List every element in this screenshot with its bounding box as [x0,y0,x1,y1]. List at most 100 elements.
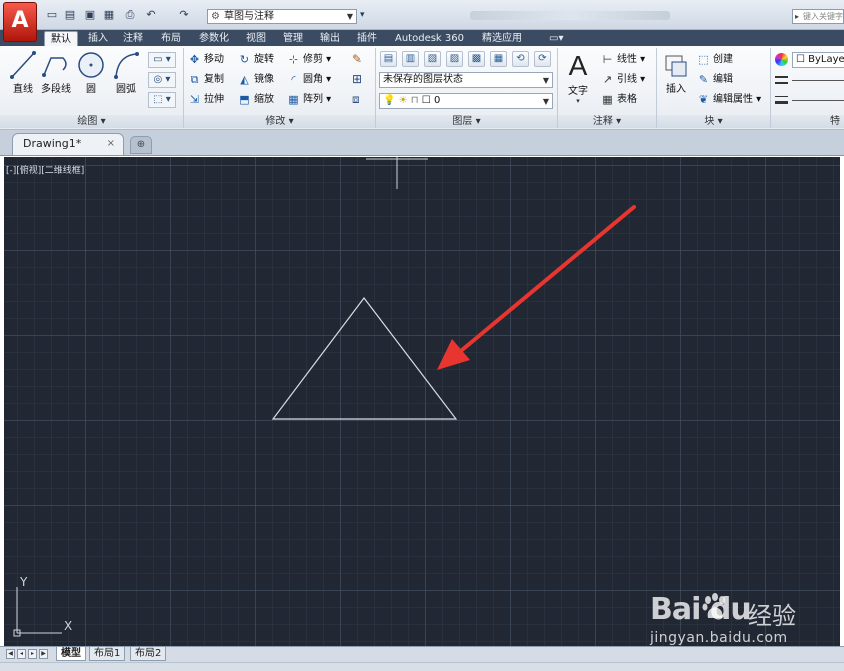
open-icon[interactable]: ▤ [64,9,76,21]
gear-icon: ⚙ [211,11,220,22]
last-layout-icon[interactable]: ▶ [39,649,48,659]
ucs-x-label: X [64,619,73,633]
tab-model[interactable]: 模型 [56,647,86,661]
first-layout-icon[interactable]: ◀ [6,649,15,659]
circle-icon [78,52,104,78]
drawing-canvas[interactable]: Y X [4,157,840,646]
layer-state-label: 未保存的图层状态 [383,74,463,85]
document-tab-drawing1[interactable]: Drawing1* × [12,133,124,155]
draw-panel-title[interactable]: 绘图 ▾ [0,115,183,128]
prev-layout-icon[interactable]: ◂ [17,649,26,659]
erase-icon[interactable]: ✎ [352,52,362,66]
insert-label: 插入 [666,84,686,95]
tab-layout[interactable]: 布局 [155,31,187,46]
tab-manage[interactable]: 管理 [277,31,309,46]
layers-panel-title[interactable]: 图层 ▾ [376,115,557,128]
new-icon[interactable]: ▭ [46,9,58,21]
lineweight-preview[interactable] [792,100,844,101]
polyline-tool[interactable]: 多段线 [39,50,73,95]
rotate-tool[interactable]: ↻ 旋转 [238,52,274,68]
hatch-icon: ⬚ ▾ [153,94,171,105]
qa-customize-icon[interactable]: ▾ [360,10,365,20]
layer-walk-icon[interactable]: ⟳ [534,51,551,67]
array-label: 阵列 [303,94,323,105]
next-layout-icon[interactable]: ▸ [28,649,37,659]
chevron-down-icon: ▼ [542,76,549,85]
layer-off-icon[interactable]: ▧ [424,51,441,67]
layer-state-dropdown[interactable]: 未保存的图层状态 ▼ [379,72,553,88]
tab-insert[interactable]: 插入 [82,31,114,46]
viewport-controls[interactable]: [-][俯视][二维线框] [6,163,84,176]
create-block-tool[interactable]: ⬚ 创建 [697,52,733,68]
color-swatch-icon: ☐ [796,54,805,65]
tab-layout2[interactable]: 布局2 [130,647,167,661]
linear-dimension-tool[interactable]: ⊢ 线性 ▾ [601,52,646,68]
chevron-down-icon: ▾ [576,97,580,105]
save-icon[interactable]: ▣ [84,9,96,21]
redo-icon[interactable]: ↷ [178,9,190,21]
explode-icon[interactable]: ⊞ [352,72,362,86]
triangle-shape[interactable] [271,297,458,420]
ucs-y-label: Y [20,575,28,589]
new-drawing-tab[interactable]: ⊕ [130,136,152,154]
table-tool[interactable]: ▦ 表格 [601,92,637,108]
tab-annotate[interactable]: 注释 [117,31,149,46]
search-input[interactable]: ▸ 键入关键字 [792,9,844,24]
annotation-panel-title[interactable]: 注释 ▾ [558,115,656,128]
bulb-icon: 💡 [383,95,396,106]
layer-state-icon[interactable]: ▥ [402,51,419,67]
dimension-icon: ⊢ [602,52,613,66]
layer-properties-icon[interactable]: ▤ [380,51,397,67]
stretch-tool[interactable]: ⇲ 拉伸 [188,92,224,108]
block-panel-title[interactable]: 块 ▾ [657,115,770,128]
hatch-tool[interactable]: ◎ ▾ [148,72,176,88]
fillet-tool[interactable]: ◜ 圆角 ▾ [287,72,331,88]
application-menu-button[interactable]: A [3,2,37,42]
layer-isolate-icon[interactable]: ▨ [446,51,463,67]
offset-icon[interactable]: ⧈ [352,92,360,107]
leader-tool[interactable]: ↗ 引线 ▾ [601,72,645,88]
edit-attributes-tool[interactable]: ❦ 编辑属性 ▾ [697,92,761,108]
line-tool[interactable]: 直线 [8,50,38,95]
workspace-dropdown[interactable]: ⚙ 草图与注释 ▼ [207,9,357,24]
rectangle-icon: ▭ ▾ [153,54,171,65]
edit-block-tool[interactable]: ✎ 编辑 [697,72,733,88]
layer-lock-icon[interactable]: ▦ [490,51,507,67]
tab-autodesk-360[interactable]: Autodesk 360 [389,31,470,46]
text-tool[interactable]: A 文字 ▾ [562,50,594,105]
text-icon: A [568,50,588,81]
color-dropdown[interactable]: ☐ ByLayer [792,52,844,68]
tab-output[interactable]: 输出 [314,31,346,46]
search-arrow-icon: ▸ [795,12,800,21]
copy-tool[interactable]: ⧉ 复制 [188,72,224,88]
tab-featured-apps[interactable]: 精选应用 [476,31,528,46]
edit-attributes-label: 编辑属性 [713,94,753,105]
insert-block-tool[interactable]: 插入 [660,50,692,95]
layer-dropdown[interactable]: 💡 ☀ ⊓ ☐ 0 ▼ [379,93,553,109]
array-tool[interactable]: ▦ 阵列 ▾ [287,92,331,108]
close-icon[interactable]: × [107,134,115,154]
properties-panel-title[interactable]: 特 [771,115,844,128]
boundary-tool[interactable]: ⬚ ▾ [148,92,176,108]
layer-match-icon[interactable]: ⟲ [512,51,529,67]
trim-tool[interactable]: ⊹ 修剪 ▾ [287,52,331,68]
linetype-preview[interactable] [792,80,844,81]
ribbon-toggle-icon[interactable]: ▭▾ [543,31,569,46]
undo-icon[interactable]: ↶ [145,9,157,21]
mirror-tool[interactable]: ◭ 镜像 [238,72,274,88]
tab-parametric[interactable]: 参数化 [193,31,235,46]
tab-plugins[interactable]: 插件 [351,31,383,46]
print-icon[interactable]: ⎙ [124,9,136,21]
scale-tool[interactable]: ⬒ 缩放 [238,92,274,108]
rectangle-tool[interactable]: ▭ ▾ [148,52,176,68]
save-as-icon[interactable]: ▦ [103,9,115,21]
arc-tool[interactable]: 圆弧 [111,50,141,95]
layer-freeze-icon[interactable]: ▩ [468,51,485,67]
tab-view[interactable]: 视图 [240,31,272,46]
move-tool[interactable]: ✥ 移动 [188,52,224,68]
color-wheel-icon[interactable] [775,53,788,66]
tab-layout1[interactable]: 布局1 [89,647,126,661]
tab-default[interactable]: 默认 [44,31,78,46]
circle-tool[interactable]: 圆 [77,50,105,95]
modify-panel-title[interactable]: 修改 ▾ [184,115,375,128]
